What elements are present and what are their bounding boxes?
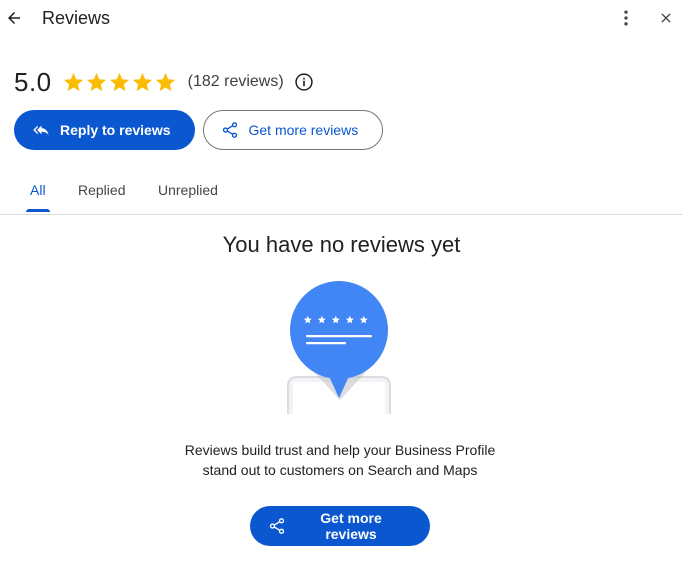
back-button[interactable] <box>2 4 26 32</box>
review-filter-tabs: All Replied Unreplied <box>0 168 683 215</box>
bubble-text-line <box>306 342 346 345</box>
reply-to-reviews-button[interactable]: Reply to reviews <box>14 110 195 150</box>
bubble-text-line <box>306 335 372 338</box>
more-vert-icon <box>624 10 628 26</box>
header: Reviews <box>0 0 683 36</box>
cta-container: Get more reviews <box>250 506 430 546</box>
rating-summary: 5.0 (182 reviews) <box>14 64 314 100</box>
review-bubble-illustration <box>287 281 391 414</box>
share-icon <box>221 121 239 139</box>
star-icon <box>86 72 106 91</box>
star-icon <box>109 72 129 91</box>
tab-unreplied[interactable]: Unreplied <box>158 182 218 198</box>
reply-all-icon <box>32 121 50 139</box>
empty-state-description: Reviews build trust and help your Busine… <box>140 440 540 480</box>
get-more-reviews-label: Get more reviews <box>248 122 359 138</box>
speech-bubble <box>290 281 388 379</box>
review-count: (182 reviews) <box>187 73 284 90</box>
more-options-button[interactable] <box>614 6 638 30</box>
tab-all[interactable]: All <box>30 182 46 198</box>
empty-state-get-more-reviews-button[interactable]: Get more reviews <box>250 506 430 546</box>
page-title: Reviews <box>42 8 111 28</box>
reply-to-reviews-label: Reply to reviews <box>60 122 171 138</box>
share-icon <box>268 517 286 535</box>
star-icon <box>155 72 175 91</box>
active-tab-indicator <box>26 209 50 212</box>
star-rating <box>62 71 177 94</box>
star-icon <box>63 72 83 91</box>
cta-label: Get more reviews <box>320 510 382 542</box>
description-line-1: Reviews build trust and help your Busine… <box>184 442 496 458</box>
close-icon <box>661 13 671 23</box>
description-line-2: stand out to customers on Search and Map… <box>202 462 478 478</box>
empty-state-title: You have no reviews yet <box>222 232 461 257</box>
action-buttons: Reply to reviews Get more reviews <box>14 110 384 150</box>
star-icon <box>132 72 152 91</box>
get-more-reviews-button[interactable]: Get more reviews <box>202 110 384 150</box>
rating-value: 5.0 <box>14 66 52 97</box>
close-button[interactable] <box>654 6 678 30</box>
tab-replied[interactable]: Replied <box>78 182 125 198</box>
info-button[interactable] <box>294 72 314 92</box>
info-icon <box>295 73 313 91</box>
arrow-back-icon <box>8 12 20 24</box>
